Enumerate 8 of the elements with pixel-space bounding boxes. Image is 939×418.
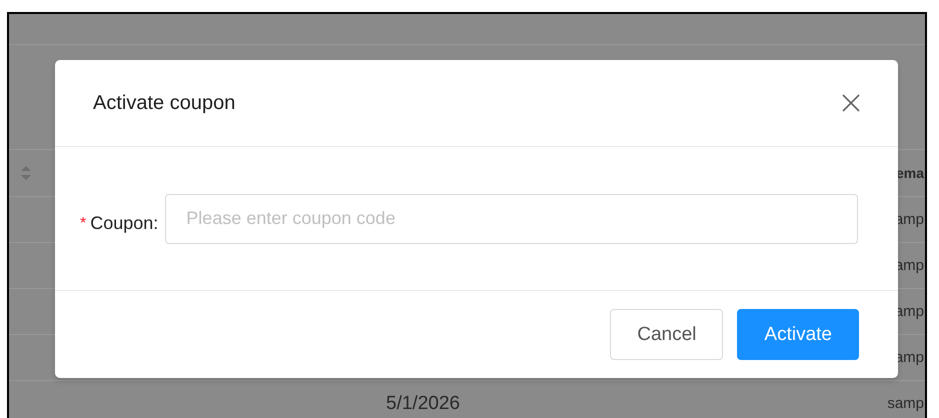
coupon-field[interactable]: Please enter coupon code: [165, 194, 858, 244]
table-cell: samp: [887, 395, 924, 412]
field-label: Coupon:: [90, 213, 158, 234]
dialog-title: Activate coupon: [93, 92, 236, 114]
cancel-button[interactable]: Cancel: [610, 309, 724, 360]
required-mark: *: [80, 214, 86, 232]
table-cell: 5/1/2026: [386, 392, 460, 414]
close-icon[interactable]: [842, 94, 860, 112]
